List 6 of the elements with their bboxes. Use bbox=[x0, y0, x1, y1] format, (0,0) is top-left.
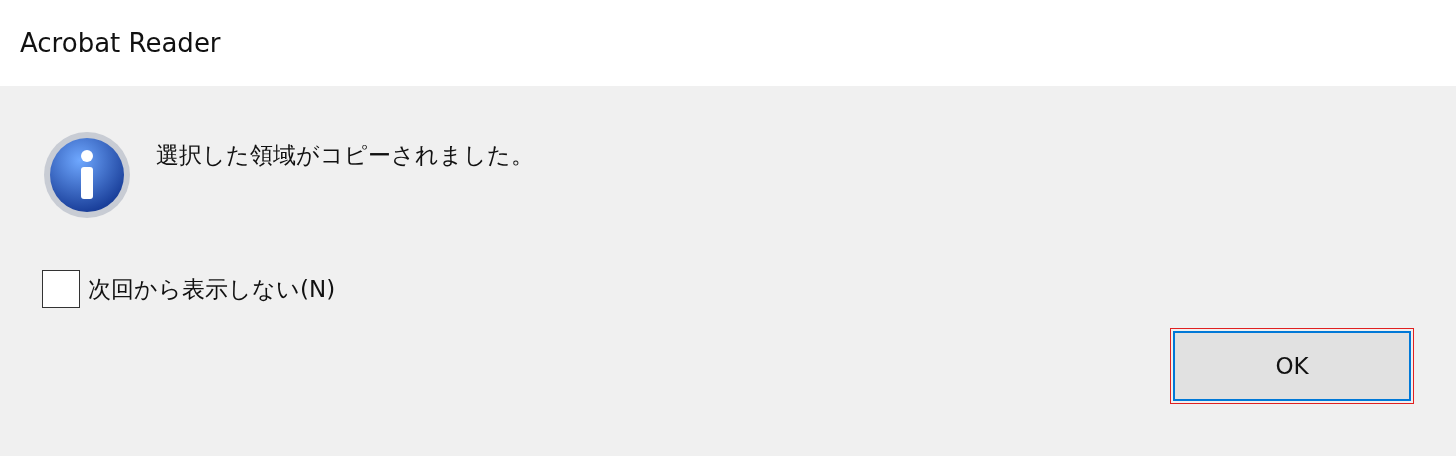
info-icon bbox=[42, 130, 132, 220]
message-text: 選択した領域がコピーされました。 bbox=[156, 141, 534, 170]
window-title: Acrobat Reader bbox=[20, 26, 221, 60]
checkbox-label[interactable]: 次回から表示しない(N) bbox=[88, 271, 336, 307]
checkbox[interactable] bbox=[42, 270, 80, 308]
ok-button[interactable]: OK bbox=[1170, 328, 1414, 404]
